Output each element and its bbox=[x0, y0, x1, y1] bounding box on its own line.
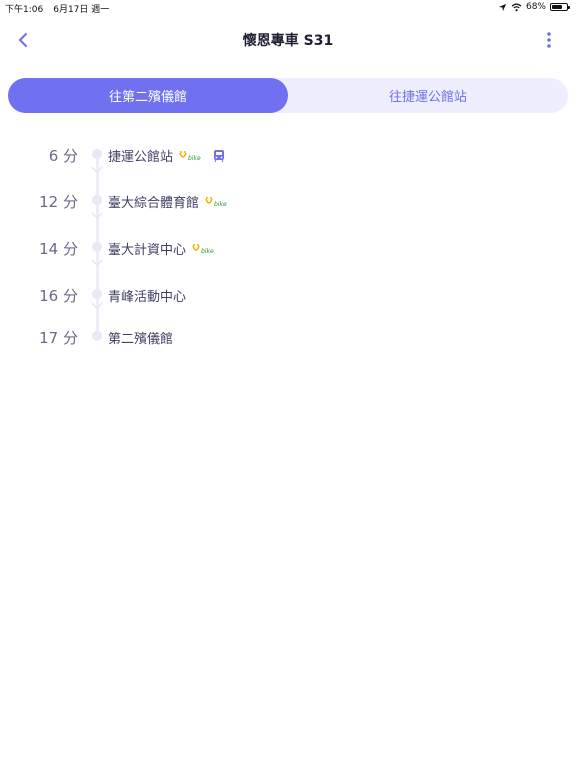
stop-dot bbox=[92, 242, 102, 252]
stop-dot bbox=[92, 149, 102, 159]
metro-icon bbox=[214, 149, 225, 162]
stop-eta: 14 分 bbox=[39, 240, 78, 258]
direction-segmented-control: 往第二殯儀館 往捷運公館站 bbox=[8, 78, 568, 113]
svg-text:bike: bike bbox=[188, 155, 201, 162]
ubike-icon: bike bbox=[192, 243, 214, 255]
ubike-icon: bike bbox=[205, 196, 227, 208]
page-title: 懷恩專車 S31 bbox=[242, 33, 334, 49]
list-item[interactable]: 16 分 青峰活動中心 bbox=[0, 282, 576, 306]
stop-eta: 6 分 bbox=[48, 147, 78, 165]
status-date: 6月17日 週一 bbox=[53, 5, 110, 15]
svg-text:bike: bike bbox=[214, 201, 227, 208]
stop-dot bbox=[92, 195, 102, 205]
stop-name: 青峰活動中心 bbox=[108, 290, 187, 305]
stop-name-row: 臺大計資中心 bike bbox=[108, 239, 221, 258]
chevron-down-icon bbox=[91, 302, 103, 310]
list-item[interactable]: 14 分 臺大計資中心 bike bbox=[0, 235, 576, 259]
status-right: 68% bbox=[498, 2, 570, 12]
stop-name-row: 青峰活動中心 bbox=[108, 286, 186, 305]
status-bar: 下午1:06 6月17日 週一 68% bbox=[0, 0, 576, 16]
nav-bar: 懷恩專車 S31 bbox=[0, 20, 576, 60]
stop-name-row: 捷運公館站 bike bbox=[108, 146, 225, 165]
status-time: 下午1:06 bbox=[5, 5, 44, 15]
battery-fill bbox=[552, 5, 562, 9]
list-item[interactable]: 12 分 臺大綜合體育館 bike bbox=[0, 188, 576, 212]
list-item[interactable]: 6 分 捷運公館站 bike bbox=[0, 142, 576, 166]
stop-name: 臺大綜合體育館 bbox=[108, 196, 200, 211]
location-arrow-icon bbox=[498, 3, 507, 11]
stop-name: 第二殯儀館 bbox=[108, 332, 174, 347]
chevron-down-icon bbox=[91, 166, 103, 174]
wifi-icon bbox=[511, 2, 522, 11]
chevron-down-icon bbox=[91, 212, 103, 220]
status-left: 下午1:06 6月17日 週一 bbox=[5, 2, 109, 15]
ubike-icon: bike bbox=[179, 150, 201, 162]
chevron-down-icon bbox=[91, 259, 103, 267]
stop-name-row: 臺大綜合體育館 bike bbox=[108, 192, 234, 211]
stop-dot bbox=[92, 289, 102, 299]
stop-eta: 12 分 bbox=[39, 193, 78, 211]
stop-eta: 16 分 bbox=[39, 287, 78, 305]
stop-name: 臺大計資中心 bbox=[108, 243, 187, 258]
more-vertical-icon[interactable] bbox=[542, 29, 556, 51]
stop-name-row: 第二殯儀館 bbox=[108, 328, 173, 347]
stop-name: 捷運公館站 bbox=[108, 150, 174, 165]
tab-to-second-funeral-parlor[interactable]: 往第二殯儀館 bbox=[8, 78, 288, 113]
battery-icon bbox=[550, 3, 570, 11]
tab-to-mrt-gongguan[interactable]: 往捷運公館站 bbox=[288, 78, 568, 113]
stop-dot bbox=[92, 331, 102, 341]
list-item[interactable]: 17 分 第二殯儀館 bbox=[0, 324, 576, 348]
stop-eta: 17 分 bbox=[39, 329, 78, 347]
battery-percent: 68% bbox=[525, 2, 546, 12]
svg-text:bike: bike bbox=[201, 248, 214, 255]
